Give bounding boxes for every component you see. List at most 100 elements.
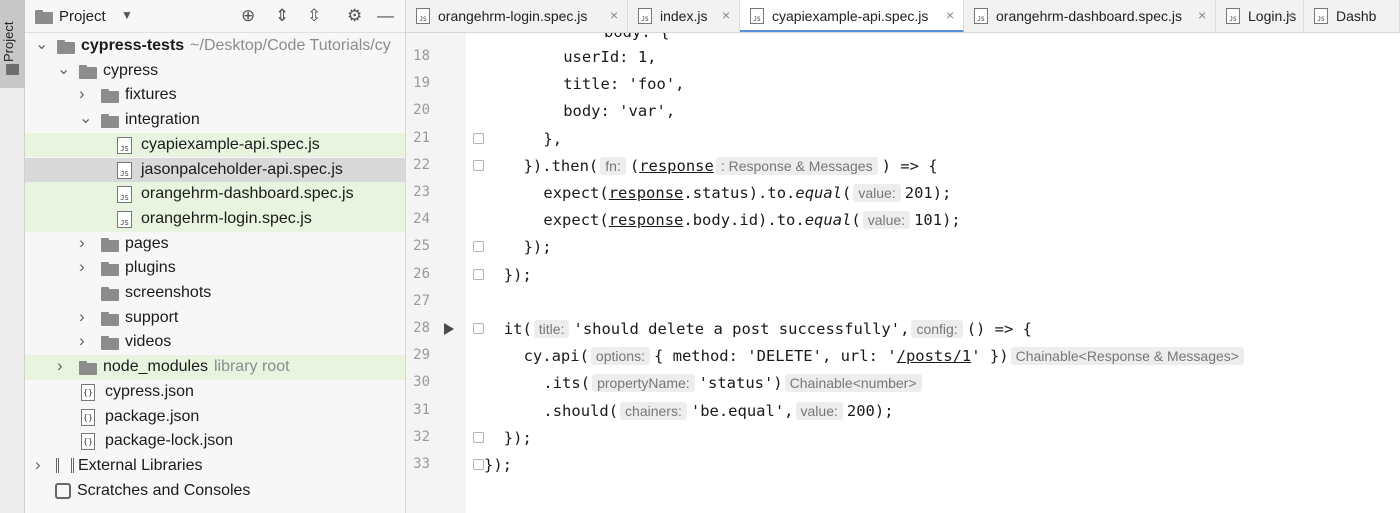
minimize-icon[interactable]: — <box>377 6 394 26</box>
code-token: ( <box>629 156 640 175</box>
close-icon[interactable]: × <box>946 7 954 23</box>
chevron-right-icon[interactable]: › <box>79 331 89 350</box>
tree-item-name: cyapiexample-api.spec.js <box>141 135 320 153</box>
tree-item[interactable]: screenshots <box>25 281 405 306</box>
inlay-hint: fn: <box>600 156 626 175</box>
javascript-file-icon: JS <box>638 8 652 24</box>
project-tool-tab[interactable]: Project <box>0 0 25 88</box>
editor-tab[interactable]: JS orangehrm-dashboard.spec.js × <box>964 0 1216 32</box>
line-number: 23 <box>413 184 430 200</box>
code-line: .should(chainers:'be.equal', value: 200); <box>543 399 894 423</box>
line-number: 30 <box>413 374 430 391</box>
chevron-down-icon[interactable]: ⌄ <box>57 59 70 78</box>
fold-marker-icon[interactable] <box>473 268 484 280</box>
tree-item-name: plugins <box>125 259 176 277</box>
fold-marker-icon[interactable] <box>473 241 484 253</box>
code-token: title: 'foo', <box>563 75 685 94</box>
locate-file-icon[interactable]: ⊕ <box>241 6 255 26</box>
line-number: 24 <box>413 211 430 228</box>
chevron-right-icon[interactable]: › <box>79 307 89 326</box>
chevron-right-icon[interactable]: › <box>79 257 89 276</box>
tree-item[interactable]: {} cypress.json <box>25 380 405 405</box>
tree-item-path: library root <box>213 358 290 376</box>
tree-item[interactable]: › fixtures <box>25 83 405 108</box>
tree-item[interactable]: ⌄ cypress <box>25 59 405 84</box>
tree-item-name: External Libraries <box>78 456 203 474</box>
code-token: it( <box>503 320 532 338</box>
editor-gutter: 18 19 20 21 22 23 24 25 26 27 28 29 30 31 32 33 <box>406 33 466 513</box>
code-token: 201); <box>904 184 952 202</box>
tree-item[interactable]: JS orangehrm-login.spec.js <box>25 206 405 232</box>
code-token: expect( <box>543 211 609 230</box>
javascript-file-icon: JS <box>1314 8 1328 24</box>
line-number: 26 <box>413 265 430 282</box>
code-token: }); <box>523 238 552 257</box>
expand-all-icon[interactable]: ⇕ <box>275 6 289 26</box>
chevron-down-icon[interactable]: ⌄ <box>35 34 48 53</box>
tree-item[interactable]: JS orangehrm-dashboard.spec.js <box>25 182 405 207</box>
tree-item[interactable]: › External Libraries <box>25 454 405 479</box>
tree-item[interactable]: › node_modules library root <box>25 355 405 380</box>
fold-marker-icon[interactable] <box>473 431 484 443</box>
chevron-down-icon[interactable]: ▼ <box>121 8 133 22</box>
fold-marker-icon[interactable] <box>473 159 484 171</box>
tree-item[interactable]: › support <box>25 306 405 331</box>
editor-tab[interactable]: JS Login.js × <box>1216 0 1304 32</box>
code-token: .its( <box>543 374 591 393</box>
tree-item[interactable]: {} package-lock.json <box>25 429 405 454</box>
code-line: }); <box>504 426 532 450</box>
inlay-hint: value: <box>795 401 843 420</box>
tree-item-name: cypress <box>103 61 159 79</box>
editor-tab[interactable]: JS Dashb <box>1304 0 1400 32</box>
code-token: ( <box>851 211 861 230</box>
project-panel-title[interactable]: Project <box>59 8 106 25</box>
run-icon[interactable] <box>444 323 454 335</box>
editor-tab[interactable]: JS index.js × <box>628 0 740 32</box>
tree-item[interactable]: › videos <box>25 330 405 355</box>
tree-item[interactable]: ⌄ cypress-tests ~/Desktop/Code Tutorials/c… <box>25 34 405 59</box>
fold-marker-icon[interactable] <box>473 459 484 470</box>
folder-icon <box>101 237 119 252</box>
tree-item[interactable]: JS jasonpalceholder-api.spec.js <box>25 157 405 183</box>
close-icon[interactable]: × <box>1286 7 1294 23</box>
tree-item-label: support <box>125 309 178 327</box>
close-icon[interactable]: × <box>610 7 618 23</box>
tree-item[interactable]: ⌄ integration <box>25 108 405 133</box>
tree-item[interactable]: › plugins <box>25 256 405 281</box>
close-icon[interactable]: × <box>722 7 730 23</box>
chevron-right-icon[interactable]: › <box>35 455 45 474</box>
chevron-right-icon[interactable]: › <box>79 233 89 252</box>
json-file-icon: {} <box>81 408 95 426</box>
code-token: 200); <box>846 401 894 420</box>
tree-item-name: videos <box>125 333 172 351</box>
collapse-all-icon[interactable]: ⇳ <box>307 6 321 26</box>
tree-item-label: integration <box>125 111 200 129</box>
code-editor[interactable]: 18 19 20 21 22 23 24 25 26 27 28 29 30 31 32 33 body: {… <box>406 33 1400 513</box>
editor-tab[interactable]: JS orangehrm-login.spec.js × <box>406 0 628 32</box>
code-token: }); <box>503 428 532 447</box>
tree-item[interactable]: Scratches and Consoles <box>25 479 405 504</box>
code-token: { method: 'DELETE', url: ' <box>653 347 897 366</box>
inlay-hint: : Response & Messages <box>715 156 878 175</box>
tree-item-label: plugins <box>125 259 176 277</box>
code-line: expect(response.status).to.equal(value: 2… <box>543 181 951 205</box>
tree-item[interactable]: JS cyapiexample-api.spec.js <box>25 132 405 158</box>
tree-item[interactable]: {} package.json <box>25 405 405 430</box>
code-token: response <box>608 184 684 202</box>
chevron-right-icon[interactable]: › <box>79 84 89 103</box>
code-token: cy.api( <box>523 347 589 366</box>
code-line: body: 'var', <box>563 99 675 123</box>
gear-icon[interactable]: ⚙ <box>347 6 362 26</box>
folder-icon <box>101 262 119 277</box>
fold-marker-icon[interactable] <box>473 323 484 334</box>
close-icon[interactable]: × <box>1198 7 1206 23</box>
chevron-down-icon[interactable]: ⌄ <box>79 108 92 127</box>
tree-item-label: orangehrm-login.spec.js <box>141 210 312 228</box>
editor-tab[interactable]: JS cyapiexample-api.spec.js × <box>740 0 964 32</box>
chevron-right-icon[interactable]: › <box>57 356 67 375</box>
fold-marker-icon[interactable] <box>473 132 484 144</box>
tree-item[interactable]: › pages <box>25 232 405 257</box>
inlay-hint: options: <box>590 347 650 366</box>
line-number: 29 <box>413 347 430 364</box>
code-token: 101); <box>914 211 961 230</box>
